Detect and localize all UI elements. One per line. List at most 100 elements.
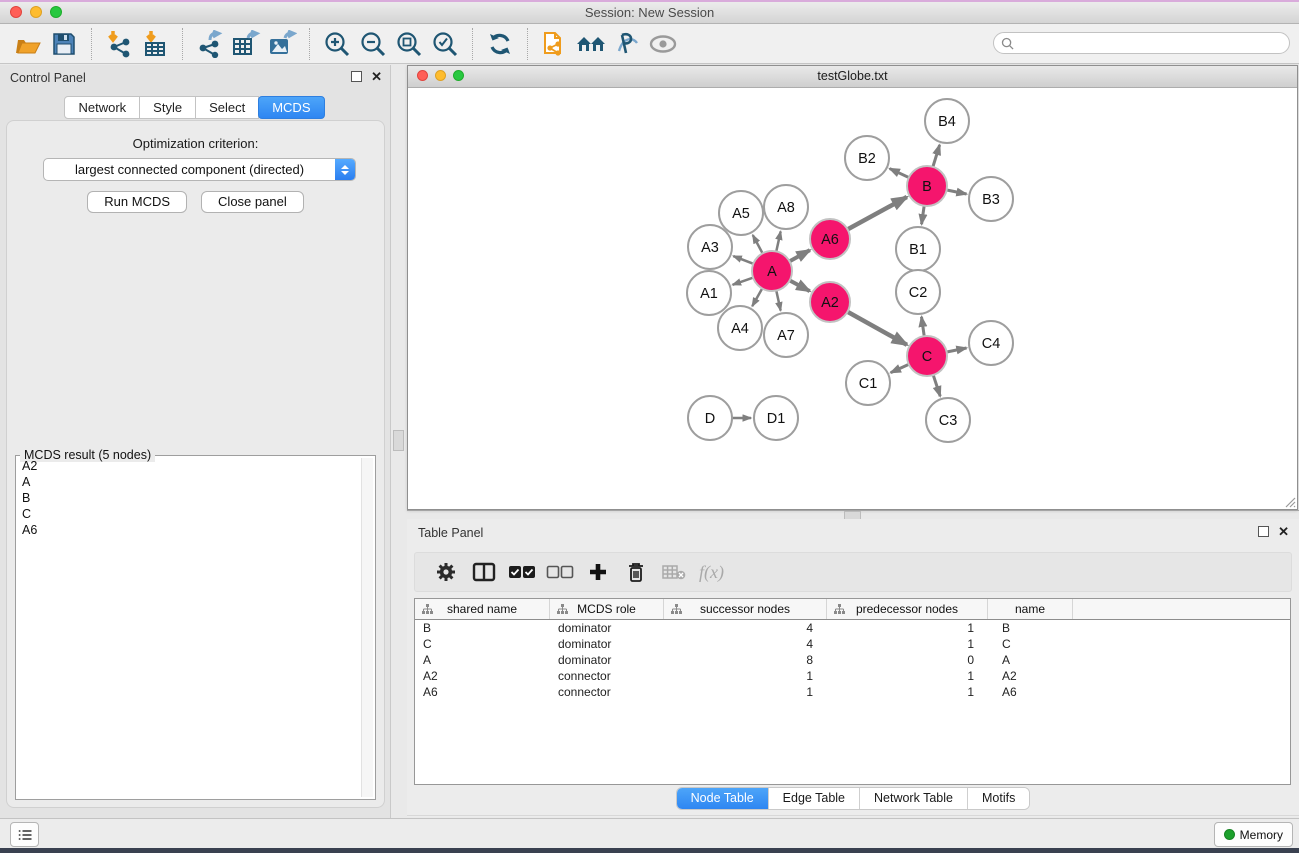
table-cell[interactable]: 1 bbox=[827, 636, 988, 652]
run-mcds-button[interactable]: Run MCDS bbox=[87, 191, 187, 213]
search-input[interactable] bbox=[1014, 35, 1289, 51]
export-table-button[interactable] bbox=[228, 27, 264, 61]
delete-column-button[interactable] bbox=[617, 555, 655, 589]
node-B[interactable]: B bbox=[907, 166, 947, 206]
table-cell[interactable]: dominator bbox=[550, 636, 664, 652]
optimization-criterion-select[interactable]: largest connected component (directed) bbox=[43, 158, 356, 181]
show-hide-button[interactable] bbox=[645, 27, 681, 61]
table-cell[interactable]: C bbox=[415, 636, 550, 652]
table-cell[interactable]: 4 bbox=[664, 620, 827, 636]
network-minimize-button[interactable] bbox=[435, 70, 446, 81]
mcds-result-list[interactable]: A2ABCA6 bbox=[18, 458, 362, 797]
table-cell[interactable]: 1 bbox=[664, 684, 827, 700]
node-D1[interactable]: D1 bbox=[754, 396, 798, 440]
network-window-titlebar[interactable]: testGlobe.txt bbox=[408, 66, 1297, 88]
tab-style[interactable]: Style bbox=[139, 96, 196, 119]
table-cell[interactable]: 1 bbox=[664, 668, 827, 684]
tab-network-table[interactable]: Network Table bbox=[860, 788, 968, 809]
column-header-successor-nodes[interactable]: successor nodes bbox=[664, 599, 827, 619]
network-graph[interactable]: B4B2BB3A5A8A6A3B1AA1C2A2A4A7C4CC1DD1C3 bbox=[408, 88, 1297, 509]
table-cell[interactable]: connector bbox=[550, 668, 664, 684]
column-header-shared-name[interactable]: shared name bbox=[415, 599, 550, 619]
table-cell[interactable]: B bbox=[415, 620, 550, 636]
zoom-window-button[interactable] bbox=[50, 6, 62, 18]
node-C[interactable]: C bbox=[907, 336, 947, 376]
search-field[interactable] bbox=[993, 32, 1290, 54]
table-cell[interactable]: A2 bbox=[988, 668, 1073, 684]
node-B3[interactable]: B3 bbox=[969, 177, 1013, 221]
close-window-button[interactable] bbox=[10, 6, 22, 18]
result-item[interactable]: C bbox=[18, 506, 362, 522]
table-cell[interactable]: A6 bbox=[415, 684, 550, 700]
select-all-button[interactable] bbox=[503, 555, 541, 589]
float-panel-icon[interactable] bbox=[351, 71, 362, 82]
node-B4[interactable]: B4 bbox=[925, 99, 969, 143]
table-cell[interactable]: 0 bbox=[827, 652, 988, 668]
memory-button[interactable]: Memory bbox=[1214, 822, 1293, 847]
table-cell[interactable]: C bbox=[988, 636, 1073, 652]
node-table[interactable]: shared nameMCDS rolesuccessor nodesprede… bbox=[414, 598, 1291, 785]
node-A5[interactable]: A5 bbox=[719, 191, 763, 235]
resize-grip-icon[interactable] bbox=[1284, 496, 1296, 508]
toggle-column-view-button[interactable] bbox=[465, 555, 503, 589]
node-D[interactable]: D bbox=[688, 396, 732, 440]
task-history-button[interactable] bbox=[10, 822, 39, 847]
tab-node-table[interactable]: Node Table bbox=[677, 788, 769, 809]
vertical-splitter-handle[interactable] bbox=[393, 430, 404, 451]
graphics-details-button[interactable] bbox=[609, 27, 645, 61]
refresh-layout-button[interactable] bbox=[482, 27, 518, 61]
tab-edge-table[interactable]: Edge Table bbox=[769, 788, 860, 809]
table-cell[interactable]: 1 bbox=[827, 684, 988, 700]
table-cell[interactable]: B bbox=[988, 620, 1073, 636]
table-cell[interactable]: dominator bbox=[550, 620, 664, 636]
table-cell[interactable]: dominator bbox=[550, 652, 664, 668]
node-A6[interactable]: A6 bbox=[810, 219, 850, 259]
node-B2[interactable]: B2 bbox=[845, 136, 889, 180]
tab-motifs[interactable]: Motifs bbox=[968, 788, 1029, 809]
tab-network[interactable]: Network bbox=[64, 96, 140, 119]
network-zoom-button[interactable] bbox=[453, 70, 464, 81]
save-session-button[interactable] bbox=[46, 27, 82, 61]
zoom-fit-button[interactable] bbox=[391, 27, 427, 61]
node-C2[interactable]: C2 bbox=[896, 270, 940, 314]
export-image-button[interactable] bbox=[264, 27, 300, 61]
close-table-panel-icon[interactable]: ✕ bbox=[1278, 526, 1289, 537]
zoom-in-button[interactable] bbox=[319, 27, 355, 61]
table-row[interactable]: A6connector11A6 bbox=[415, 684, 1290, 700]
table-cell[interactable]: 1 bbox=[827, 620, 988, 636]
node-A[interactable]: A bbox=[752, 251, 792, 291]
node-A1[interactable]: A1 bbox=[687, 271, 731, 315]
node-C1[interactable]: C1 bbox=[846, 361, 890, 405]
node-A2[interactable]: A2 bbox=[810, 282, 850, 322]
zoom-selected-button[interactable] bbox=[427, 27, 463, 61]
deselect-all-button[interactable] bbox=[541, 555, 579, 589]
node-A4[interactable]: A4 bbox=[718, 306, 762, 350]
table-row[interactable]: Bdominator41B bbox=[415, 620, 1290, 636]
zoom-out-button[interactable] bbox=[355, 27, 391, 61]
table-cell[interactable]: 1 bbox=[827, 668, 988, 684]
table-row[interactable]: Cdominator41C bbox=[415, 636, 1290, 652]
table-cell[interactable]: A6 bbox=[988, 684, 1073, 700]
node-B1[interactable]: B1 bbox=[896, 227, 940, 271]
column-header-name[interactable]: name bbox=[988, 599, 1073, 619]
table-cell[interactable]: A bbox=[415, 652, 550, 668]
column-header-MCDS-role[interactable]: MCDS role bbox=[550, 599, 664, 619]
table-settings-button[interactable] bbox=[427, 555, 465, 589]
node-A3[interactable]: A3 bbox=[688, 225, 732, 269]
network-from-document-button[interactable] bbox=[537, 27, 573, 61]
column-header-predecessor-nodes[interactable]: predecessor nodes bbox=[827, 599, 988, 619]
export-network-button[interactable] bbox=[192, 27, 228, 61]
minimize-window-button[interactable] bbox=[30, 6, 42, 18]
node-C4[interactable]: C4 bbox=[969, 321, 1013, 365]
home-view-button[interactable] bbox=[573, 27, 609, 61]
table-cell[interactable]: A2 bbox=[415, 668, 550, 684]
table-row[interactable]: A2connector11A2 bbox=[415, 668, 1290, 684]
table-row[interactable]: Adominator80A bbox=[415, 652, 1290, 668]
table-cell[interactable]: 8 bbox=[664, 652, 827, 668]
close-panel-button[interactable]: Close panel bbox=[201, 191, 304, 213]
result-item[interactable]: B bbox=[18, 490, 362, 506]
node-A7[interactable]: A7 bbox=[764, 313, 808, 357]
network-canvas[interactable]: B4B2BB3A5A8A6A3B1AA1C2A2A4A7C4CC1DD1C3 bbox=[408, 88, 1297, 509]
result-item[interactable]: A2 bbox=[18, 458, 362, 474]
add-column-button[interactable] bbox=[579, 555, 617, 589]
